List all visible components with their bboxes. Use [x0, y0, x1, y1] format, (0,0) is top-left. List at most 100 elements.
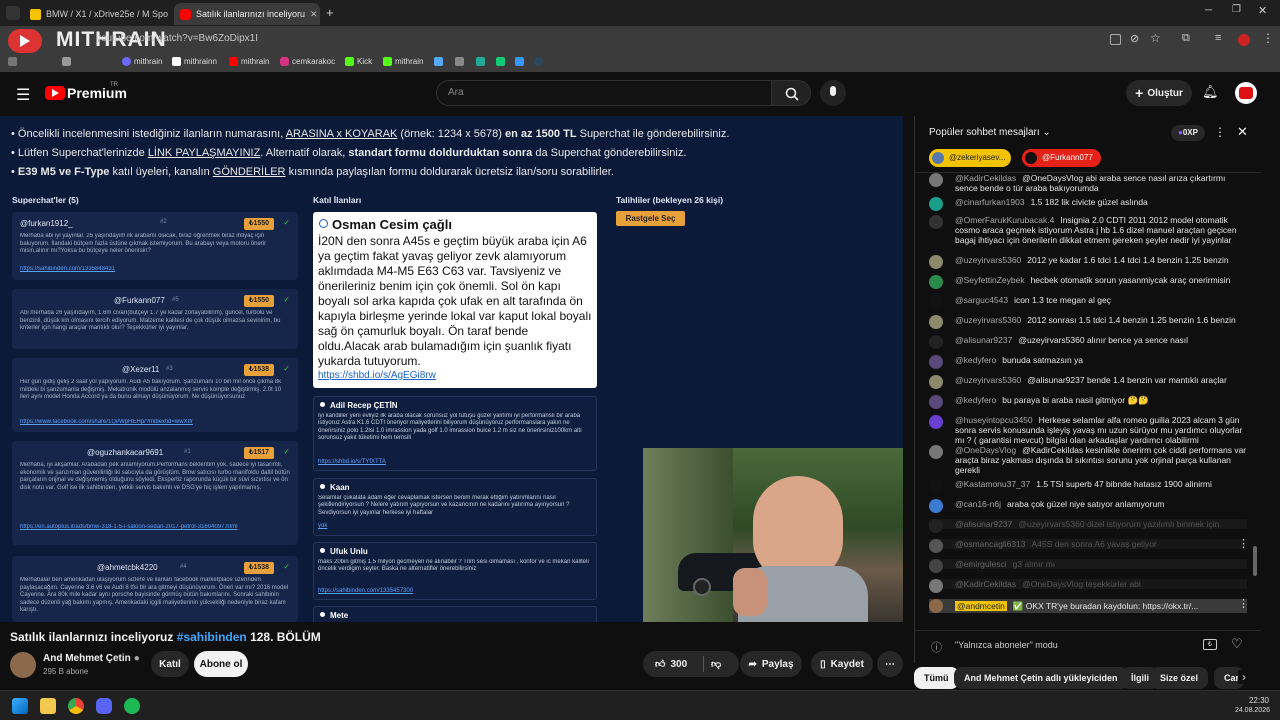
chat-close-icon[interactable]: ✕	[1237, 124, 1248, 140]
pinned-chip-furkann[interactable]: @Furkann077	[1022, 149, 1101, 167]
browser-menu-icon[interactable]: ⋮	[1262, 31, 1274, 45]
chat-author[interactable]: @huseyintopcu3450	[955, 415, 1033, 425]
spotify-icon[interactable]	[124, 698, 140, 714]
chat-author[interactable]: @KadirCekildas	[955, 579, 1016, 589]
chat-message[interactable]: @andmcetin ✅ OKX TR'ye buradan kaydolun: …	[929, 599, 1249, 613]
chat-message[interactable]: @huseyintopcu3450 Herkese selamlar alfa r…	[929, 415, 1247, 445]
bookmark-cemkarakoc[interactable]: cemkarakoc	[280, 57, 335, 66]
chat-avatar[interactable]	[929, 599, 943, 613]
new-tab-button[interactable]: +	[326, 5, 334, 20]
chip-all[interactable]: Tümü	[914, 667, 959, 689]
url-field[interactable]: youtube.com/watch?v=Bw6ZoDipx1I	[96, 33, 258, 44]
pinned-chip-zekeriya[interactable]: @zekeriyasev...	[929, 149, 1012, 167]
chat-avatar[interactable]	[929, 215, 943, 229]
chat-author[interactable]: @uzeyirvars5360	[955, 315, 1021, 325]
windows-start-icon[interactable]	[12, 698, 28, 714]
hashtag-link[interactable]: #sahibinden	[177, 630, 247, 644]
dislike-icon[interactable]: 👎︎	[711, 658, 721, 670]
chat-author[interactable]: @OneDaysVlog	[955, 445, 1016, 455]
extensions-icon[interactable]: ⧉	[1182, 32, 1190, 45]
folder-icon[interactable]	[62, 57, 74, 66]
chat-avatar[interactable]	[929, 335, 943, 349]
chat-message[interactable]: @alisunar9237 @uzeyirvars5360 dizel istiy…	[929, 519, 1247, 533]
bookmark-icon-a[interactable]	[434, 57, 446, 66]
chat-author[interactable]: @andmcetin	[955, 601, 1007, 611]
star-icon[interactable]: ☆	[1150, 31, 1161, 45]
profile-avatar[interactable]	[1238, 34, 1250, 46]
chat-mode-selector[interactable]: Popüler sohbet mesajları ⌄	[929, 127, 1051, 138]
chat-message[interactable]: @kedyfero bu paraya bi araba nasil gitmiy…	[929, 395, 1247, 409]
chat-message[interactable]: @Kastamonu37_37 1.5 TSI superb 47 bibnde …	[929, 479, 1247, 493]
chat-avatar[interactable]	[929, 375, 943, 389]
chat-author[interactable]: @alisunar9237	[955, 335, 1012, 345]
bookmark-mithrain-1[interactable]: mithrain	[122, 57, 162, 66]
xp-badge[interactable]: ●0XP	[1171, 125, 1205, 141]
tab-close-icon[interactable]: ✕	[310, 9, 318, 20]
search-button[interactable]	[771, 80, 811, 106]
chat-avatar[interactable]	[929, 415, 943, 429]
chat-avatar[interactable]	[929, 197, 943, 211]
chips-next-icon[interactable]: ›	[1238, 670, 1246, 684]
chat-author[interactable]: @cinarfurkan1903	[955, 197, 1025, 207]
chat-message-menu-icon[interactable]: ⋮	[1238, 539, 1249, 550]
eye-off-icon[interactable]: ⊘	[1130, 32, 1139, 45]
chat-avatar[interactable]	[929, 519, 943, 533]
chat-message[interactable]: @alisunar9237 @uzeyirvars5360 alınır benc…	[929, 335, 1247, 349]
video-player[interactable]: • Öncelikli incelenmesini istediğiniz il…	[0, 116, 903, 622]
bookmark-mithrain-2[interactable]: mithrain	[229, 57, 269, 66]
like-icon[interactable]: 👍︎	[655, 658, 665, 670]
clock-time[interactable]: 22:30	[1243, 696, 1269, 705]
chat-author[interactable]: @can16-n6j	[955, 499, 1001, 509]
save-button[interactable]: ▯ Kaydet	[811, 651, 873, 677]
cast-icon[interactable]	[1110, 34, 1121, 45]
chat-avatar[interactable]	[929, 275, 943, 289]
more-actions-button[interactable]: ⋯	[877, 651, 903, 677]
tab-bmw[interactable]: BMW / X1 / xDrive25e / M Spo	[24, 3, 172, 25]
chat-message[interactable]: @cinarfurkan1903 1.5 182 lik civicte güze…	[929, 197, 1247, 211]
chat-more-icon[interactable]: ⋮	[1214, 125, 1226, 139]
join-button[interactable]: Katıl	[151, 651, 189, 677]
create-button[interactable]: + Oluştur	[1126, 80, 1192, 106]
chat-avatar[interactable]	[929, 445, 943, 459]
subscribe-button[interactable]: Abone ol	[194, 651, 248, 677]
chat-author[interactable]: @SeyfettinZeybek	[955, 275, 1025, 285]
menu-icon[interactable]: ☰	[16, 85, 30, 105]
chrome-icon[interactable]	[68, 698, 84, 714]
chat-author[interactable]: @uzeyirvars5360	[955, 255, 1021, 265]
chat-avatar[interactable]	[929, 295, 943, 309]
chat-message[interactable]: @emirgulesci g3 alınır mı	[929, 559, 1247, 573]
steam-icon[interactable]	[534, 57, 546, 66]
bookmark-icon-d[interactable]	[496, 57, 508, 66]
chip-uploader[interactable]: And Mehmet Çetin adlı yükleyiciden	[954, 667, 1128, 689]
heart-icon[interactable]: ♡	[1231, 636, 1243, 652]
chat-avatar[interactable]	[929, 173, 943, 187]
account-avatar[interactable]	[1235, 82, 1257, 104]
chat-message[interactable]: @uzeyirvars5360 2012 sonrası 1.5 tdci 1.4…	[929, 315, 1247, 329]
chat-message[interactable]: @kedyfero bunuda satmazsın ya	[929, 355, 1247, 369]
chat-author[interactable]: @osmancagli6313	[955, 539, 1026, 549]
chat-avatar[interactable]	[929, 499, 943, 513]
maximize-button[interactable]: ❐	[1232, 4, 1241, 15]
chat-avatar[interactable]	[929, 559, 943, 573]
chat-author[interactable]: @emirgulesci	[955, 559, 1007, 569]
chat-message[interactable]: @uzeyirvars5360 @alisunar9237 bende 1.4 b…	[929, 375, 1247, 389]
super-chat-icon[interactable]: ₺	[1203, 639, 1217, 650]
bookmark-icon-c[interactable]	[476, 57, 488, 66]
share-button[interactable]: ➦ Paylaş	[740, 651, 802, 677]
chat-author[interactable]: @kedyfero	[955, 355, 996, 365]
file-explorer-icon[interactable]	[40, 698, 56, 714]
chat-scrollbar[interactable]	[1253, 546, 1257, 576]
tab-youtube[interactable]: Satılık ilanlarınızı inceliyoru ✕	[174, 3, 320, 25]
apps-icon[interactable]	[8, 57, 20, 66]
voice-search-button[interactable]	[820, 80, 846, 106]
notifications-bell-icon[interactable]: 🔔︎	[1202, 84, 1219, 100]
chat-avatar[interactable]	[929, 255, 943, 269]
chat-message[interactable]: @OneDaysVlog @KadirCekildas kesinlikle ön…	[929, 445, 1247, 475]
tab-list-button[interactable]	[6, 6, 20, 20]
bookmark-mithrainn[interactable]: mithrainn	[172, 57, 217, 66]
chat-message[interactable]: @SeyfettinZeybek hecbek otomatik sorun ya…	[929, 275, 1247, 289]
bookmark-kick[interactable]: Kick	[345, 57, 372, 66]
chat-author[interactable]: @sarguc4543	[955, 295, 1008, 305]
chat-message[interactable]: @KadirCekildas @OneDaysVlog teşekkürler a…	[929, 579, 1247, 593]
search-input[interactable]: Ara	[436, 80, 772, 106]
